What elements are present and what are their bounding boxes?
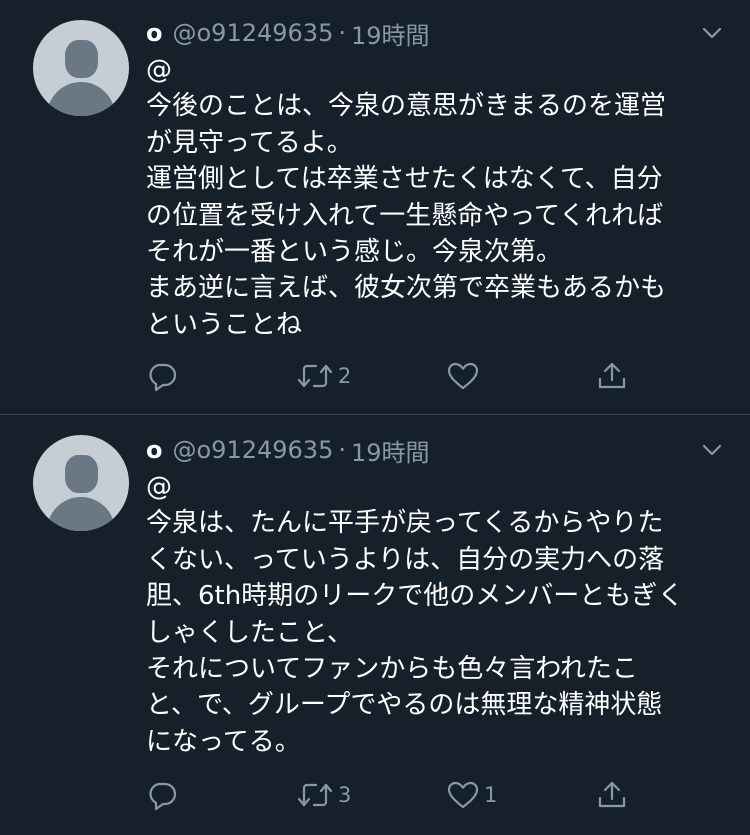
tweet-text-line: くない、っていうよりは、自分の実力への落 (146, 544, 665, 575)
tweet-text-line: 今泉は、たんに平手が戻ってくるからやりた (146, 508, 664, 539)
avatar-body-shape (47, 497, 115, 531)
like-icon (447, 362, 479, 390)
tweet-time[interactable]: 19時間 (351, 433, 430, 468)
reply-icon (149, 782, 177, 811)
tweet-header: o @o91249635 · 19時間 (146, 433, 730, 467)
user-handle[interactable]: @o91249635 (173, 19, 334, 47)
reply-button[interactable] (146, 777, 182, 813)
retweet-button[interactable]: 3 (296, 777, 351, 813)
display-name[interactable]: o (146, 436, 163, 464)
like-icon (447, 781, 479, 809)
tweet-text-line[interactable]: @ (146, 469, 730, 505)
retweet-count: 2 (338, 364, 352, 388)
tweet-header: o @o91249635 · 19時間 (146, 16, 730, 50)
tweet[interactable]: o @o91249635 · 19時間 @ 今泉は、たんに平手が戻ってくるからや… (0, 415, 750, 835)
retweet-count: 3 (338, 783, 352, 807)
user-handle[interactable]: @o91249635 (173, 436, 334, 464)
tweet-text-line: が見守ってるよ。 (146, 127, 353, 158)
tweet-time[interactable]: 19時間 (351, 16, 430, 51)
avatar[interactable] (33, 20, 129, 116)
retweet-button[interactable]: 2 (296, 358, 351, 394)
like-button[interactable] (446, 358, 484, 394)
tweet-text-line: しゃくしたこと、 (146, 617, 353, 648)
header-separator: · (338, 436, 346, 464)
reply-icon (149, 363, 177, 392)
tweet-text-line: それが一番という感じ。今泉次第。 (146, 237, 563, 268)
tweet-text: @ 今泉は、たんに平手が戻ってくるからやりた くない、っていうよりは、自分の実力… (146, 469, 730, 760)
share-icon (598, 362, 626, 389)
tweet-text-line: と、で、グループでやるのは無理な精神状態 (146, 690, 663, 721)
display-name[interactable]: o (146, 19, 163, 47)
header-separator: · (338, 19, 346, 47)
share-button[interactable] (596, 777, 628, 813)
tweet[interactable]: o @o91249635 · 19時間 @ 今後のことは、今泉の意思がきまるのを… (0, 0, 750, 414)
avatar-head-shape (65, 40, 98, 78)
avatar-head-shape (65, 455, 98, 493)
tweet-text-line: 運営側としては卒業させたくはなくて、自分 (146, 164, 663, 195)
share-button[interactable] (596, 358, 628, 394)
tweet-text-line: の位置を受け入れて一生懸命やってくれれば (146, 200, 664, 231)
tweet-text-line: になってる。 (146, 726, 301, 757)
avatar-body-shape (47, 82, 115, 116)
tweet-text-line[interactable]: @ (146, 52, 730, 88)
tweet-text-line: 胆、6th時期のリークで他のメンバーともぎく (146, 581, 684, 612)
tweet-text-line: 今後のことは、今泉の意思がきまるのを運営 (146, 91, 667, 122)
chevron-down-icon[interactable] (702, 26, 722, 40)
retweet-icon (297, 783, 333, 807)
tweet-text-line: ということね (146, 309, 303, 340)
like-count: 1 (484, 783, 498, 807)
tweet-text-line: それについてファンからも色々言われたこ (146, 654, 638, 685)
tweet-text-line: まあ逆に言えば、彼女次第で卒業もあるかも (146, 273, 667, 304)
avatar[interactable] (33, 435, 129, 531)
tweet-text: @ 今後のことは、今泉の意思がきまるのを運営 が見守ってるよ。 運営側としては卒… (146, 52, 730, 343)
share-icon (598, 781, 626, 808)
tweet-actions: 3 1 (146, 777, 646, 813)
retweet-icon (297, 364, 333, 388)
tweet-actions: 2 (146, 358, 646, 394)
reply-button[interactable] (146, 358, 182, 394)
like-button[interactable]: 1 (446, 777, 497, 813)
chevron-down-icon[interactable] (702, 443, 722, 457)
